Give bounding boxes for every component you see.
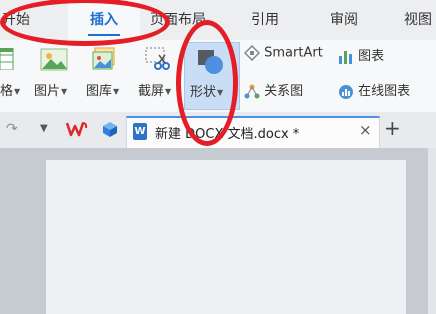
picture-button[interactable]: 图片▼ (34, 80, 67, 99)
word-document-icon: W (133, 123, 147, 140)
chart-label: 图表 (358, 49, 385, 64)
smartart-label: SmartArt (264, 45, 323, 61)
screenshot-button[interactable]: 截屏▼ (138, 80, 171, 99)
tab-references[interactable]: 引用 (251, 0, 279, 40)
redo-icon[interactable]: ↷ (6, 121, 18, 137)
dropdown-arrow-icon[interactable]: ▼ (40, 123, 48, 134)
smartart-button[interactable]: SmartArt (243, 44, 323, 62)
tab-home-label: 开始 (2, 12, 30, 28)
tab-references-label: 引用 (251, 12, 279, 28)
chevron-down-icon: ▼ (217, 88, 224, 97)
document-tab[interactable]: W 新建 DOCX 文档.docx * × (126, 116, 380, 148)
document-page[interactable] (46, 160, 406, 314)
cube-icon[interactable] (102, 121, 118, 138)
tab-review-label: 审阅 (330, 12, 358, 28)
document-tab-bar: ↷ ▼ W 新建 DOCX 文档.docx * × + (0, 112, 436, 149)
ribbon-insert: 格▼ 图片▼ 图库▼ 截屏▼ 形状▼ SmartArt 图表 关系图 在线图表 (0, 40, 436, 113)
table-label: 格 (0, 84, 14, 99)
chart-button[interactable]: 图表 (338, 45, 384, 65)
close-icon[interactable]: × (359, 121, 372, 139)
shape-label: 形状 (190, 85, 217, 100)
tab-page-layout[interactable]: 页面布局 (150, 0, 206, 40)
chevron-down-icon: ▼ (61, 87, 68, 96)
tab-view[interactable]: 视图 (404, 0, 432, 40)
table-icon (0, 48, 14, 70)
tab-home[interactable]: 开始 (2, 0, 30, 40)
document-title: 新建 DOCX 文档.docx * (155, 127, 300, 142)
gallery-icon (92, 47, 115, 70)
shape-button[interactable]: 形状▼ (184, 42, 240, 110)
chevron-down-icon: ▼ (113, 87, 120, 96)
table-button[interactable]: 格▼ (0, 80, 20, 99)
picture-icon (40, 48, 68, 71)
chevron-down-icon: ▼ (14, 87, 21, 96)
online-chart-icon (339, 84, 353, 99)
gallery-button[interactable]: 图库▼ (86, 80, 119, 99)
vertical-scrollbar[interactable] (428, 148, 436, 314)
menu-tab-bar: 开始 插入 页面布局 引用 审阅 视图 (0, 0, 436, 40)
relation-icon (244, 84, 260, 98)
gallery-label: 图库 (86, 84, 113, 99)
bar-chart-icon (339, 50, 352, 64)
online-chart-label: 在线图表 (358, 84, 411, 99)
shape-label-wrap: 形状▼ (190, 81, 223, 100)
scissors-icon (145, 47, 170, 70)
tab-view-label: 视图 (404, 12, 432, 28)
chevron-down-icon: ▼ (165, 87, 172, 96)
word-badge-label: W (134, 126, 146, 137)
tab-insert[interactable]: 插入 (68, 0, 140, 40)
screenshot-label: 截屏 (138, 84, 165, 99)
shape-icon (198, 50, 223, 74)
tab-review[interactable]: 审阅 (330, 0, 358, 40)
wps-logo-icon[interactable] (66, 121, 88, 137)
smartart-icon (243, 44, 261, 62)
relation-label: 关系图 (264, 84, 304, 99)
tab-insert-label: 插入 (90, 12, 118, 28)
online-chart-button[interactable]: 在线图表 (338, 80, 410, 100)
tab-page-layout-label: 页面布局 (150, 12, 206, 28)
relation-button[interactable]: 关系图 (244, 80, 303, 100)
picture-label: 图片 (34, 84, 61, 99)
new-tab-icon[interactable]: + (384, 116, 401, 140)
